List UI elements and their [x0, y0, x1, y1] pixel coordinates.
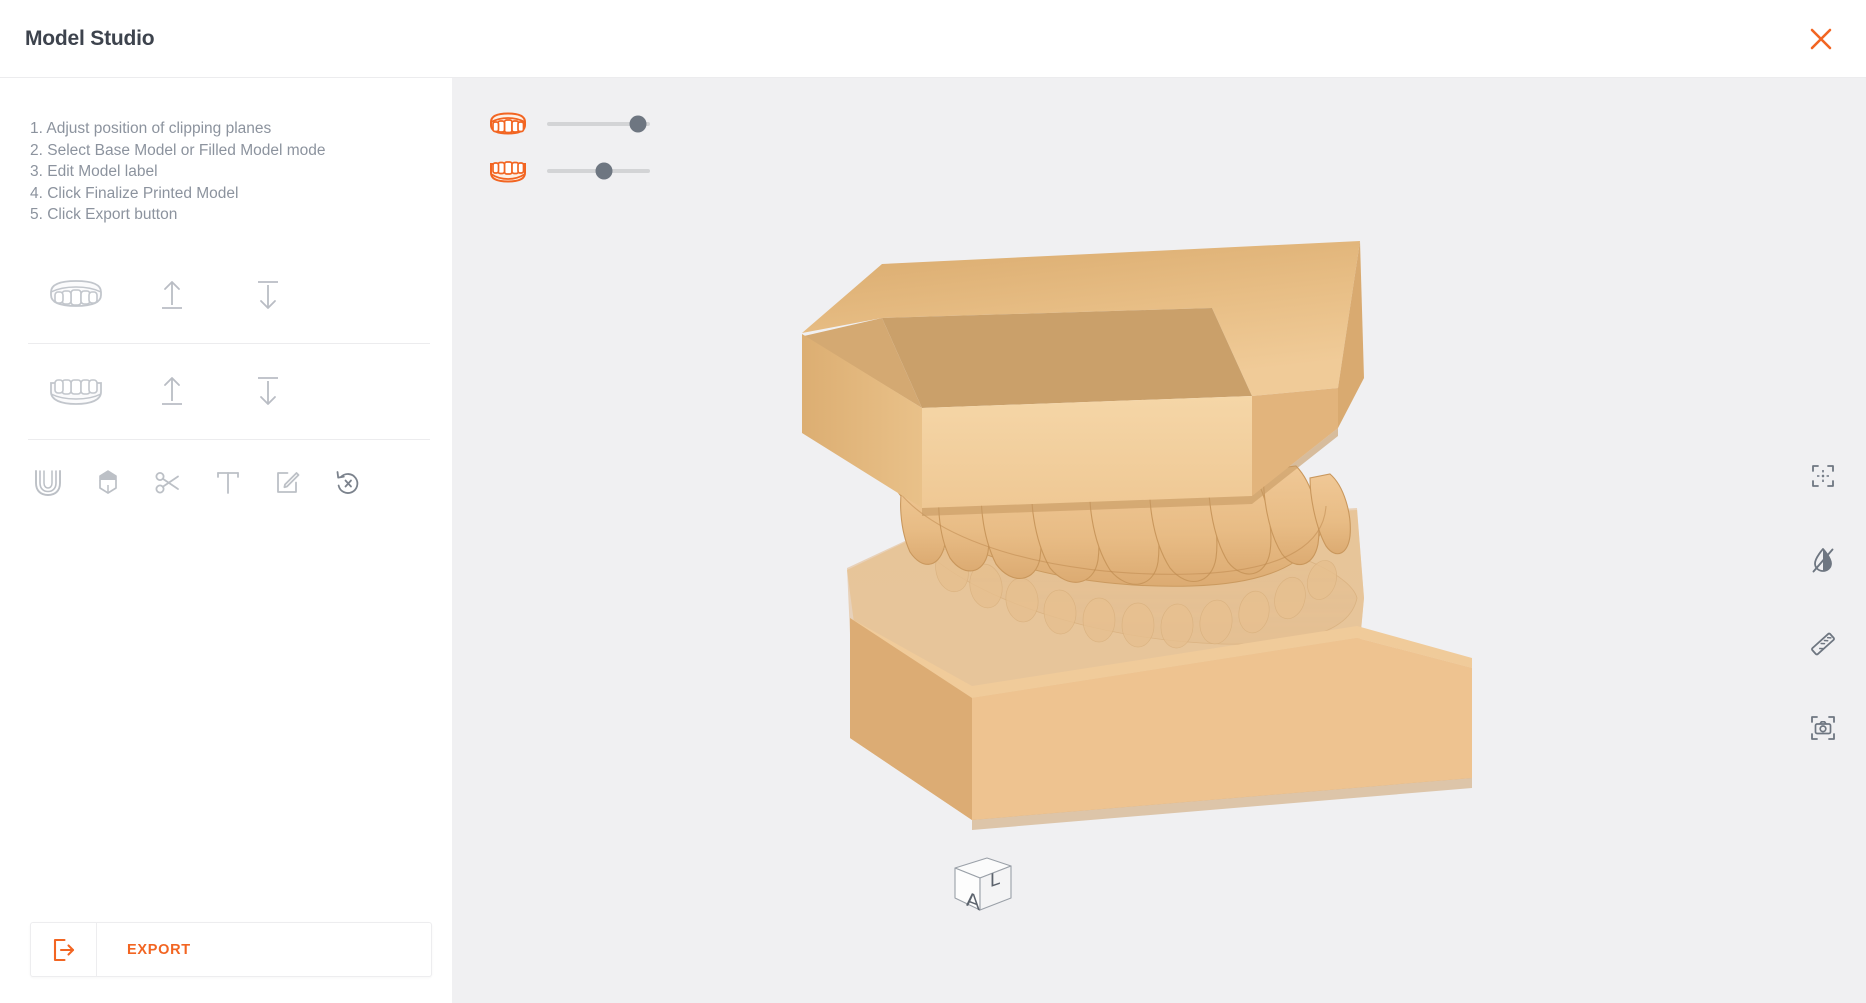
- screenshot-glyph: [1811, 716, 1835, 740]
- fit-to-view-icon[interactable]: [1805, 458, 1841, 494]
- screenshot-icon[interactable]: [1805, 710, 1841, 746]
- upper-model-base: [802, 241, 1364, 516]
- instructions-list: 1. Adjust position of clipping planes 2.…: [30, 118, 452, 226]
- align-down-icon: [258, 377, 278, 405]
- occlusion-off-glyph: [1812, 548, 1834, 573]
- model-tools-row: [0, 440, 452, 526]
- scissors-glyph: [155, 471, 179, 493]
- upper-arch-icon[interactable]: [28, 265, 124, 325]
- lower-arch-clip-glyph: [490, 161, 526, 183]
- reset-icon[interactable]: [326, 461, 370, 505]
- lower-clip-slider-handle[interactable]: [595, 162, 613, 180]
- text-label-glyph: [217, 471, 239, 494]
- lower-model-base: [847, 508, 1364, 730]
- clipping-plane-sliders: [486, 112, 650, 183]
- arch-controls: [0, 248, 452, 440]
- ruler-icon[interactable]: [1805, 626, 1841, 662]
- align-upper-to-top-button[interactable]: [124, 265, 220, 325]
- dental-model-render: [452, 78, 1866, 1003]
- filled-model-icon[interactable]: [86, 461, 130, 505]
- viewport-tool-rail: [1805, 458, 1841, 746]
- content-area: 1. Adjust position of clipping planes 2.…: [0, 78, 1866, 1003]
- model-studio-window: Model Studio 1. Adjust position of clipp…: [0, 0, 1866, 1003]
- text-label-icon[interactable]: [206, 461, 250, 505]
- export-icon: [31, 923, 97, 976]
- edit-pencil-glyph: [277, 471, 300, 493]
- filled-model-glyph: [99, 469, 117, 494]
- align-up-icon: [162, 281, 182, 309]
- align-lower-to-bottom-button[interactable]: [220, 361, 316, 421]
- upper-arch-clip-icon[interactable]: [486, 112, 530, 136]
- ruler-glyph: [1811, 632, 1835, 656]
- upper-clip-slider-handle[interactable]: [629, 115, 647, 133]
- upper-clip-slider-row: [486, 112, 650, 136]
- upper-arch-glyph: [50, 280, 102, 307]
- reset-glyph: [336, 470, 359, 494]
- align-down-icon: [258, 281, 278, 309]
- lower-arch-glyph: [50, 379, 102, 405]
- close-icon[interactable]: [1798, 16, 1844, 62]
- occlusion-off-icon[interactable]: [1805, 542, 1841, 578]
- header-bar: Model Studio: [0, 0, 1866, 78]
- upper-arch-teeth: [889, 441, 1351, 587]
- align-upper-to-bottom-button[interactable]: [220, 265, 316, 325]
- lower-arch-icon[interactable]: [28, 361, 124, 421]
- close-glyph: [1810, 28, 1832, 49]
- view-cube-front-label: A: [966, 886, 980, 916]
- model-viewport[interactable]: A L: [452, 78, 1866, 1003]
- upper-clip-slider-track[interactable]: [547, 115, 650, 133]
- export-button[interactable]: EXPORT: [30, 922, 432, 977]
- left-panel: 1. Adjust position of clipping planes 2.…: [0, 78, 452, 1003]
- instruction-item: 5. Click Export button: [30, 206, 178, 223]
- page-title: Model Studio: [25, 26, 155, 50]
- upper-arch-row: [0, 248, 452, 343]
- edit-pencil-icon[interactable]: [266, 461, 310, 505]
- view-cube-side-label: L: [990, 867, 1001, 892]
- upper-arch-clip-glyph: [490, 112, 526, 135]
- align-up-icon: [162, 377, 182, 405]
- base-model-glyph: [35, 469, 61, 496]
- lower-clip-slider-track[interactable]: [547, 162, 650, 180]
- export-glyph: [53, 938, 74, 961]
- lower-base-plate: [850, 618, 1472, 830]
- dental-model-svg: [802, 241, 1472, 830]
- instruction-item: 3. Edit Model label: [30, 163, 158, 180]
- fit-to-view-glyph: [1812, 465, 1834, 487]
- lower-arch-clip-icon[interactable]: [486, 159, 530, 183]
- lower-arch-row: [0, 344, 452, 439]
- instruction-item: 2. Select Base Model or Filled Model mod…: [30, 141, 326, 159]
- lower-arch-teeth: [921, 531, 1358, 649]
- view-cube-glyph: A L: [954, 857, 1012, 916]
- instruction-item: 1. Adjust position of clipping planes: [30, 120, 272, 137]
- scissors-icon[interactable]: [146, 461, 190, 505]
- align-lower-to-top-button[interactable]: [124, 361, 220, 421]
- view-orientation-cube[interactable]: A L: [947, 846, 1019, 918]
- base-model-icon[interactable]: [26, 461, 70, 505]
- export-button-label: EXPORT: [127, 941, 191, 958]
- instruction-item: 4. Click Finalize Printed Model: [30, 184, 239, 202]
- lower-clip-slider-row: [486, 159, 650, 183]
